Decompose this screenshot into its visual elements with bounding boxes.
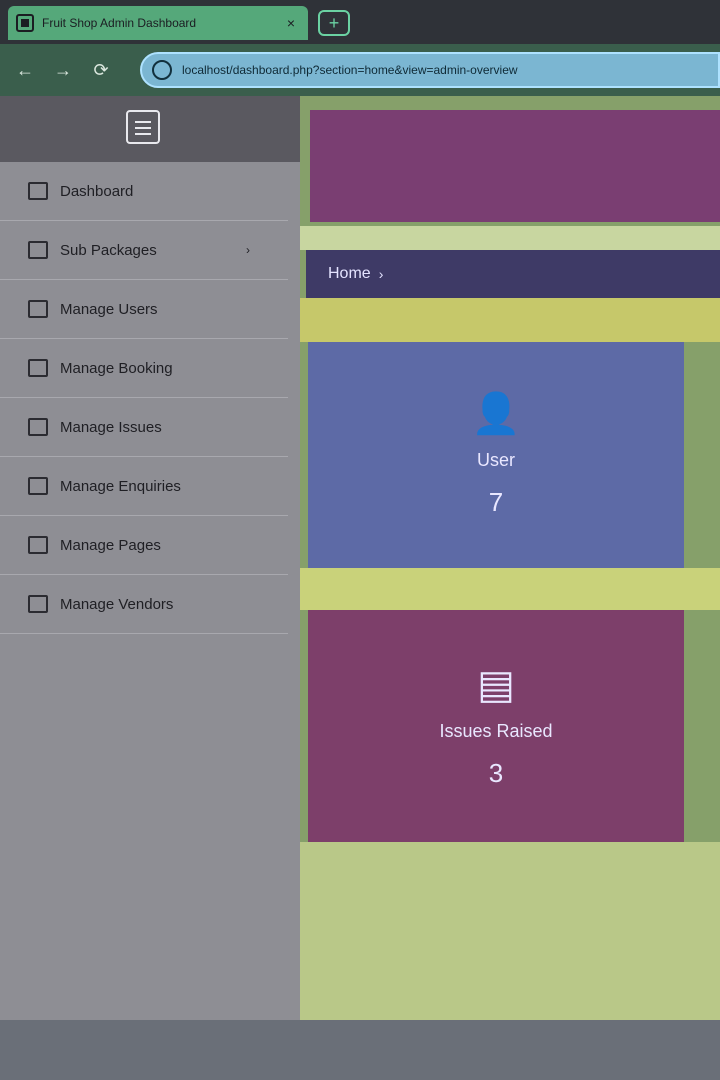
browser-chrome: Fruit Shop Admin Dashboard × + ← → ⟳ loc… (0, 0, 720, 96)
breadcrumb-home-link[interactable]: Home (328, 265, 371, 283)
enquiries-icon (28, 477, 48, 495)
card-label: User (476, 450, 515, 470)
booking-icon (28, 359, 48, 377)
sidebar-item-manage-vendors[interactable]: Manage Vendors (0, 575, 288, 634)
users-icon (28, 300, 48, 318)
site-info-icon[interactable] (152, 60, 172, 80)
sidebar-item-manage-issues[interactable]: Manage Issues (0, 398, 288, 457)
spacer (300, 568, 720, 610)
issues-stat-card[interactable]: ▤ Issues Raised 3 (308, 610, 684, 842)
sidebar-item-label: Manage Users (60, 300, 158, 318)
browser-tab[interactable]: Fruit Shop Admin Dashboard × (8, 6, 308, 40)
package-icon (28, 241, 48, 259)
dashboard-icon (28, 182, 48, 200)
card-label: Issues Raised (439, 721, 553, 741)
status-bar (0, 1020, 720, 1080)
breadcrumb: Home › (306, 250, 720, 298)
sidebar-item-label: Manage Pages (60, 536, 161, 554)
card-count: 7 (488, 487, 504, 517)
spacer (300, 298, 720, 342)
sidebar-item-manage-booking[interactable]: Manage Booking (0, 339, 288, 398)
card-count: 3 (488, 758, 504, 788)
favicon-icon (16, 14, 34, 32)
new-tab-button[interactable]: + (318, 10, 350, 36)
sidebar-item-label: Manage Booking (60, 359, 173, 377)
sidebar-item-manage-enquiries[interactable]: Manage Enquiries (0, 457, 288, 516)
pages-icon (28, 536, 48, 554)
tab-strip: Fruit Shop Admin Dashboard × + (0, 0, 720, 44)
sidebar-item-label: Dashboard (60, 182, 134, 200)
forward-icon[interactable]: → (48, 55, 78, 85)
reload-icon[interactable]: ⟳ (86, 55, 116, 85)
sidebar-header (0, 96, 300, 162)
vendors-icon (28, 595, 48, 613)
sidebar-item-label: Manage Enquiries (60, 477, 181, 495)
spacer (300, 226, 720, 250)
sidebar-item-label: Manage Issues (60, 418, 162, 436)
address-bar[interactable]: localhost/dashboard.php?section=home&vie… (140, 52, 720, 88)
url-text[interactable]: localhost/dashboard.php?section=home&vie… (182, 63, 518, 77)
sidebar-item-manage-users[interactable]: Manage Users (0, 280, 288, 339)
issues-icon: ▤ (477, 663, 515, 707)
back-icon[interactable]: ← (10, 55, 40, 85)
issues-icon (28, 418, 48, 436)
header-banner (310, 110, 720, 222)
browser-toolbar: ← → ⟳ localhost/dashboard.php?section=ho… (0, 44, 720, 96)
user-icon: 👤 (471, 392, 521, 436)
breadcrumb-separator-icon: › (378, 266, 384, 282)
sidebar: Dashboard Sub Packages › Manage Users Ma… (0, 96, 300, 1020)
users-stat-card[interactable]: 👤 User 7 (308, 342, 684, 568)
tab-close-icon[interactable]: × (282, 14, 300, 32)
sidebar-item-label: Sub Packages (60, 241, 157, 259)
menu-toggle-icon[interactable] (126, 110, 160, 144)
sidebar-item-manage-pages[interactable]: Manage Pages (0, 516, 288, 575)
sidebar-item-dashboard[interactable]: Dashboard (0, 162, 288, 221)
main-content: Home › 👤 User 7 ▤ Issues Raised 3 (300, 96, 720, 1020)
content-lower-area (300, 842, 720, 1020)
chevron-right-icon: › (246, 243, 250, 257)
sidebar-item-sub-packages[interactable]: Sub Packages › (0, 221, 288, 280)
tab-title: Fruit Shop Admin Dashboard (42, 16, 197, 30)
sidebar-item-label: Manage Vendors (60, 595, 174, 613)
